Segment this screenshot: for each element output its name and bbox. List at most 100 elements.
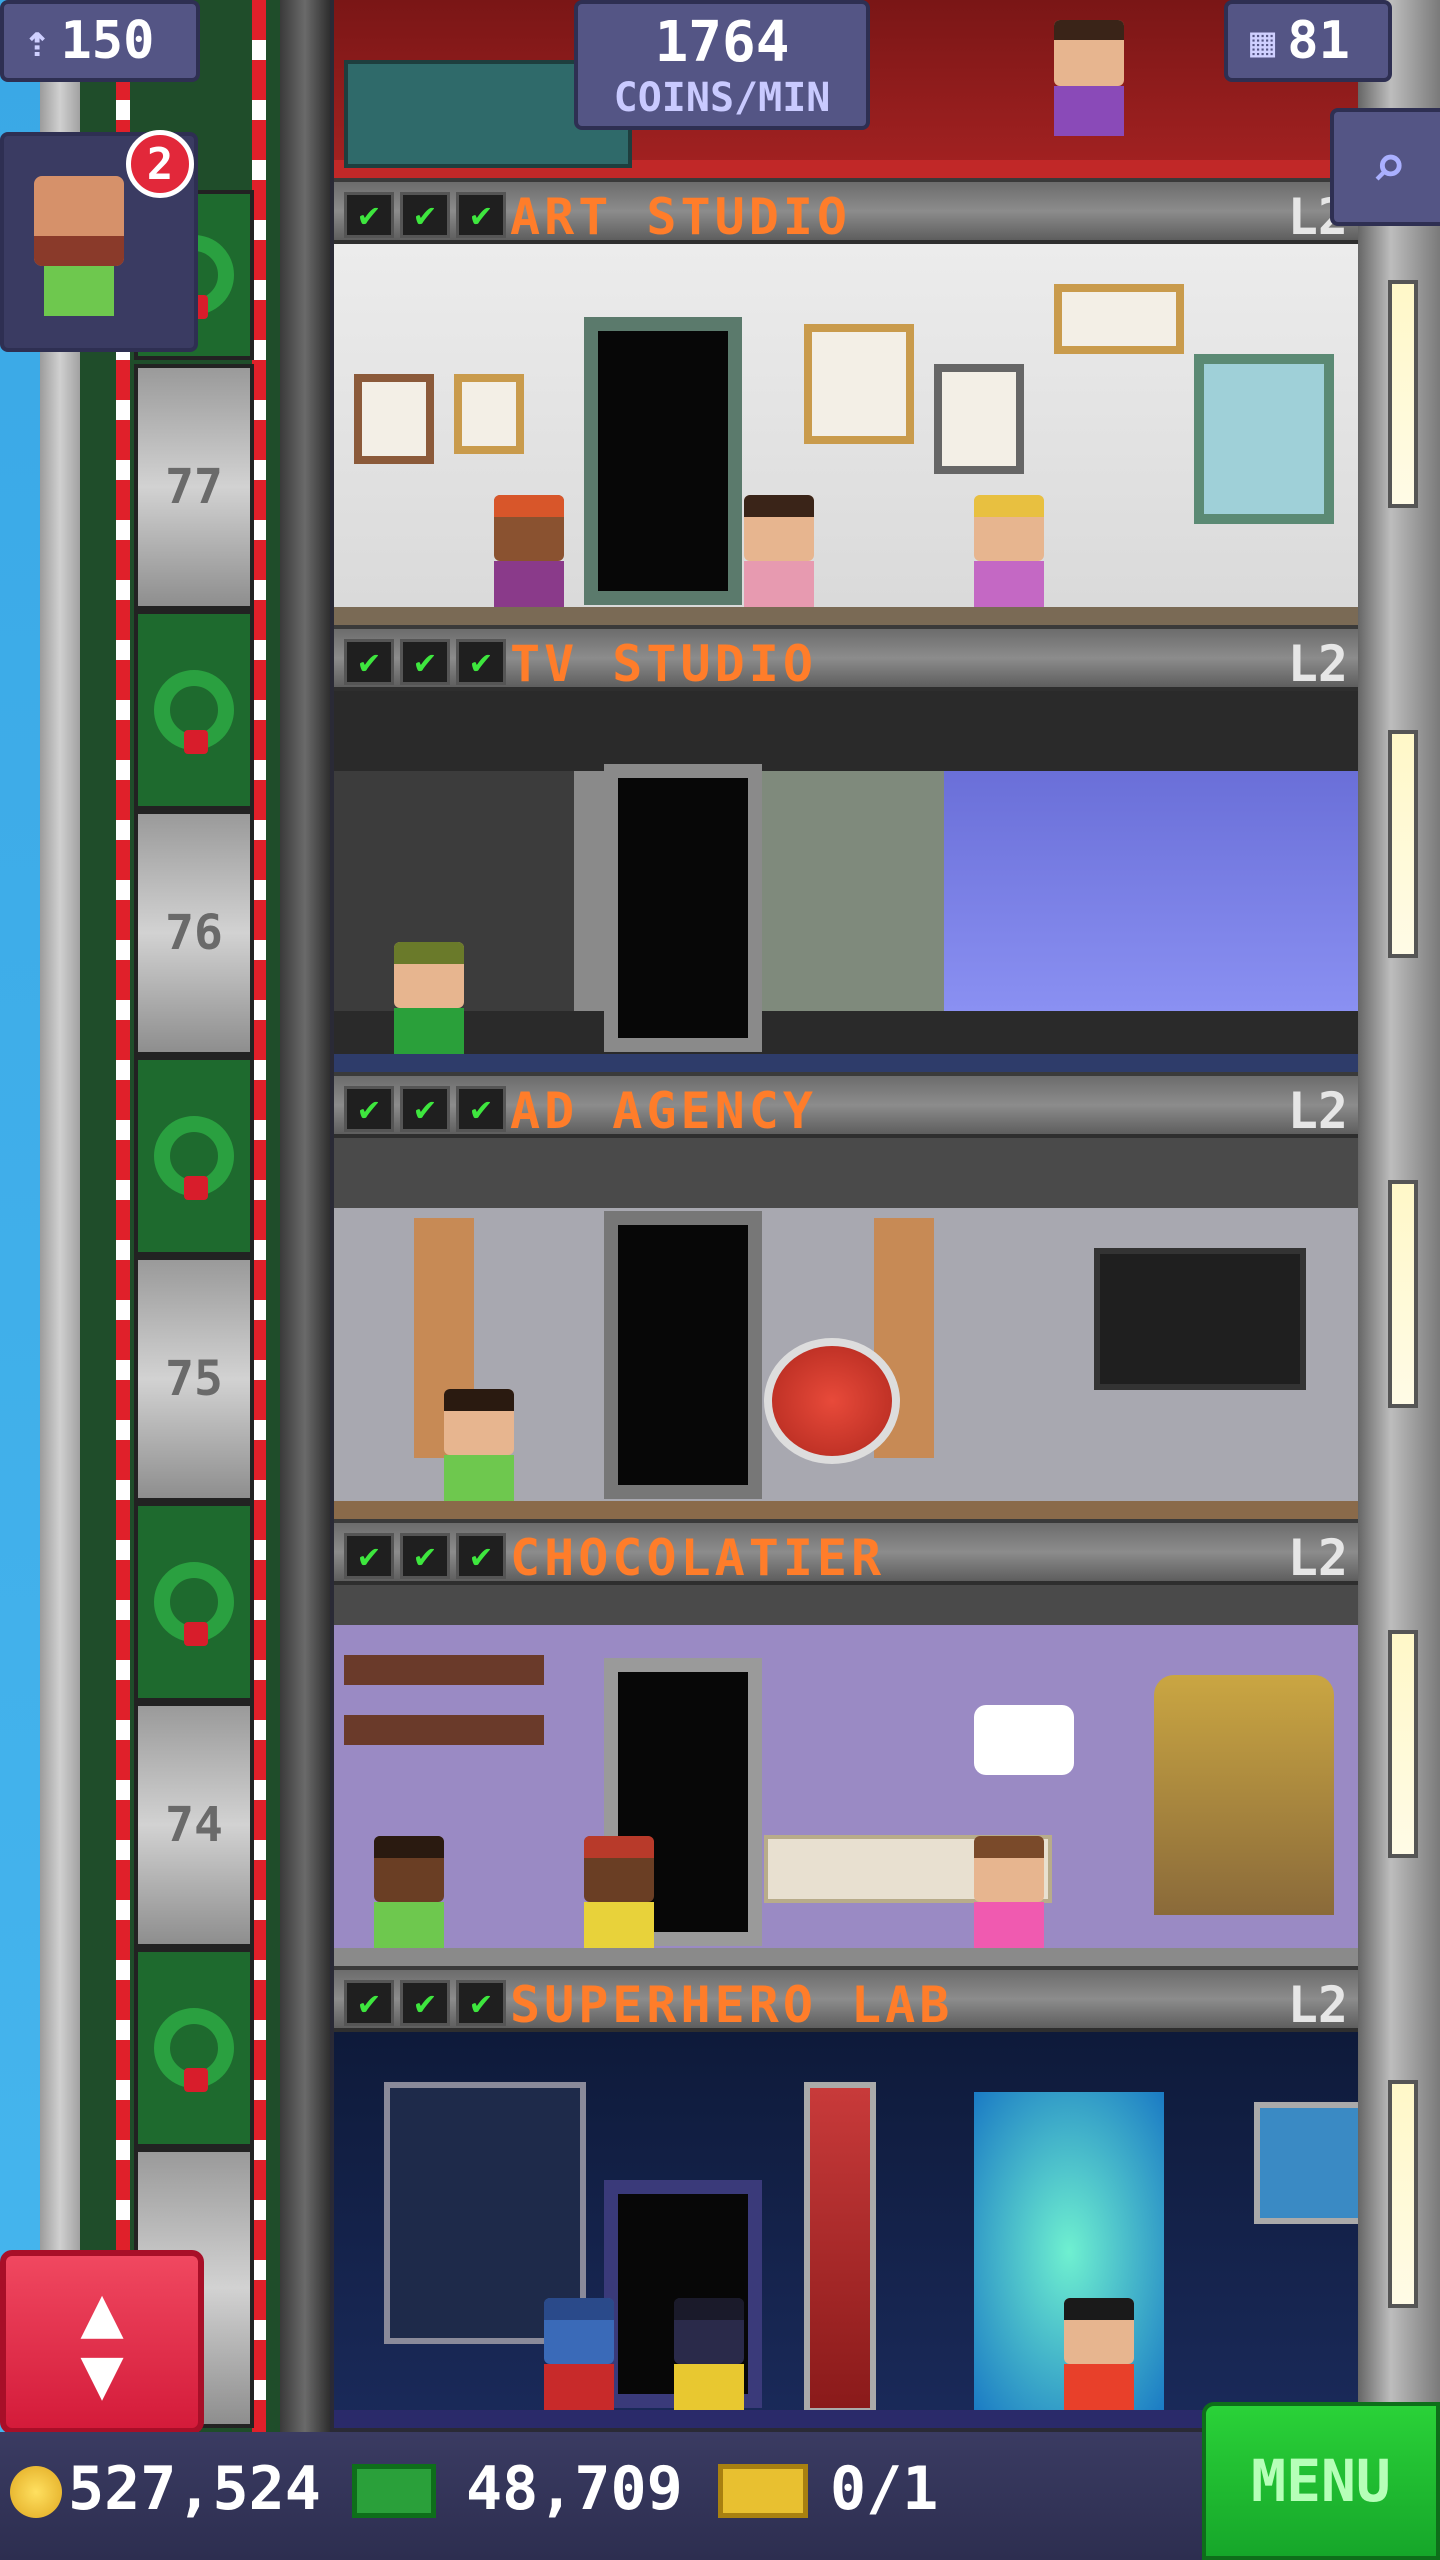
wall-light	[1388, 2080, 1418, 2308]
worker-avatar[interactable]	[544, 2298, 614, 2410]
check-icon: ✔	[344, 1533, 394, 1579]
coins-per-min: 1764 COINS/MIN	[574, 0, 870, 130]
floor-header: ✔ ✔ ✔ TV STUDIO L2	[334, 625, 1358, 693]
wreath-icon	[134, 1056, 254, 1256]
check-icon: ✔	[344, 1980, 394, 2026]
bitizen-face-icon	[34, 176, 124, 266]
painting	[454, 374, 524, 454]
floor-header: ✔ ✔ ✔ SUPERHERO LAB L2	[334, 1966, 1358, 2034]
menu-button[interactable]: MENU	[1202, 2402, 1440, 2560]
check-icon: ✔	[400, 1086, 450, 1132]
floor-name: TV STUDIO	[510, 635, 817, 693]
check-icon: ✔	[456, 192, 506, 238]
coins-per-min-value: 1764	[654, 9, 790, 75]
worker-avatar[interactable]	[374, 1836, 444, 1948]
window	[1194, 354, 1334, 524]
floor-header: ✔ ✔ ✔ ART STUDIO L2	[334, 178, 1358, 246]
check-icon: ✔	[456, 1980, 506, 2026]
room-interior	[334, 691, 1358, 1072]
worker-avatar[interactable]	[444, 1389, 514, 1501]
coins-value: 527,524	[68, 2454, 321, 2524]
check-icon: ✔	[400, 192, 450, 238]
set-backdrop	[944, 771, 1358, 1011]
coins-per-min-label: COINS/MIN	[613, 74, 831, 121]
floor-header: ✔ ✔ ✔ CHOCOLATIER L2	[334, 1519, 1358, 1587]
world-map	[1254, 2102, 1358, 2224]
floor-door	[604, 764, 762, 1052]
room-interior	[334, 1138, 1358, 1519]
check-icon: ✔	[456, 639, 506, 685]
worker-avatar[interactable]	[1064, 2298, 1134, 2410]
room-interior	[334, 1585, 1358, 1966]
painting	[1054, 284, 1184, 354]
elevator-updown-button[interactable]: ▲ ▼	[0, 2250, 204, 2434]
population-counter[interactable]: ⇡ 150	[0, 0, 200, 82]
floor-art-studio[interactable]: ✔ ✔ ✔ ART STUDIO L2	[334, 178, 1358, 625]
wall-light	[1388, 730, 1418, 958]
floor-level: L2	[1287, 1976, 1348, 2034]
worker-avatar[interactable]	[1054, 20, 1134, 140]
floor-header: ✔ ✔ ✔ AD AGENCY L2	[334, 1072, 1358, 1140]
worker-avatar[interactable]	[494, 495, 564, 607]
painting	[804, 324, 914, 444]
floors-counter[interactable]: ▦ 81	[1224, 0, 1392, 82]
floor-name: SUPERHERO LAB	[510, 1976, 954, 2034]
wreath-icon	[134, 1948, 254, 2148]
worker-avatar[interactable]	[974, 1836, 1044, 1948]
shaft-frame	[280, 0, 330, 2560]
wall-light	[1388, 1180, 1418, 1408]
worker-avatar[interactable]	[584, 1836, 654, 1948]
floor-level: L2	[1287, 1082, 1348, 1140]
check-icon: ✔	[456, 1533, 506, 1579]
building-icon: ▦	[1250, 16, 1276, 66]
speech-bubble	[974, 1705, 1074, 1775]
floors-value: 81	[1287, 11, 1350, 71]
sky	[0, 0, 40, 2560]
floor-tv-studio[interactable]: ✔ ✔ ✔ TV STUDIO L2	[334, 625, 1358, 1072]
room-interior	[334, 244, 1358, 625]
ticket-icon	[718, 2464, 808, 2518]
tickets-value: 0/1	[830, 2454, 939, 2524]
bux-icon	[352, 2464, 436, 2518]
floor-number: 74	[134, 1702, 254, 1948]
floor-ad-agency[interactable]: ✔ ✔ ✔ AD AGENCY L2	[334, 1072, 1358, 1519]
check-icon: ✔	[344, 639, 394, 685]
floor-name: ART STUDIO	[510, 188, 852, 246]
wall-light	[1388, 1630, 1418, 1858]
egg-chair	[764, 1338, 900, 1464]
worker-avatar[interactable]	[394, 942, 464, 1054]
tv-screen	[1094, 1248, 1306, 1390]
worker-avatar[interactable]	[974, 495, 1044, 607]
floor-chocolatier[interactable]: ✔ ✔ ✔ CHOCOLATIER L2	[334, 1519, 1358, 1966]
notification-badge: 2	[126, 130, 194, 198]
wall-light	[1388, 280, 1418, 508]
worker-avatar[interactable]	[674, 2298, 744, 2410]
room-interior	[334, 2032, 1358, 2428]
search-button[interactable]: ⌕	[1330, 108, 1440, 226]
check-icon: ✔	[456, 1086, 506, 1132]
notification-panel[interactable]: 2	[0, 130, 198, 352]
painting	[354, 374, 434, 464]
floor-door	[584, 317, 742, 605]
coin-icon	[10, 2466, 62, 2518]
floor-number: 75	[134, 1256, 254, 1502]
wreath-icon	[134, 610, 254, 810]
floor-level: L2	[1287, 635, 1348, 693]
check-icon: ✔	[400, 1980, 450, 2026]
chocolate-tank	[1154, 1675, 1334, 1915]
floor-superhero-lab[interactable]: ✔ ✔ ✔ SUPERHERO LAB L2	[334, 1966, 1358, 2428]
floor-name: CHOCOLATIER	[510, 1529, 886, 1587]
check-icon: ✔	[344, 1086, 394, 1132]
arrow-down-icon: ▼	[80, 2331, 124, 2415]
check-icon: ✔	[400, 639, 450, 685]
bux-value: 48,709	[466, 2454, 683, 2524]
floor-name: AD AGENCY	[510, 1082, 817, 1140]
floor-door	[604, 1211, 762, 1499]
floor-level: L2	[1287, 1529, 1348, 1587]
check-icon: ✔	[400, 1533, 450, 1579]
painting	[934, 364, 1024, 474]
population-value: 150	[60, 11, 155, 71]
dna-tube	[804, 2082, 876, 2414]
worker-avatar[interactable]	[744, 495, 814, 607]
wreath-icon	[134, 1502, 254, 1702]
